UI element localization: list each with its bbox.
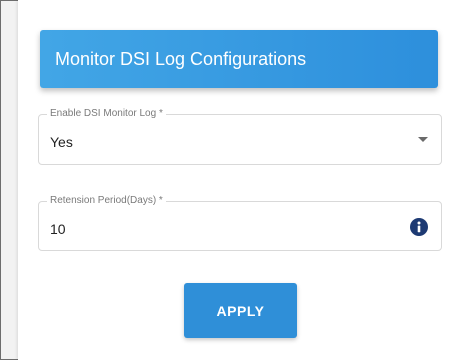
panel-header: Monitor DSI Log Configurations xyxy=(40,30,438,88)
enable-monitor-log-select[interactable]: Enable DSI Monitor Log * Yes xyxy=(38,108,442,165)
info-icon-glyph xyxy=(417,221,421,233)
apply-button[interactable]: APPLY xyxy=(184,283,297,338)
retention-period-field[interactable]: Retension Period(Days) * 10 xyxy=(38,195,442,251)
chevron-down-icon[interactable] xyxy=(418,137,428,142)
page-title: Monitor DSI Log Configurations xyxy=(55,48,307,69)
enable-monitor-log-value: Yes xyxy=(50,134,73,150)
enable-monitor-log-label: Enable DSI Monitor Log * xyxy=(47,108,166,120)
retention-period-value[interactable]: 10 xyxy=(50,221,66,237)
info-icon[interactable] xyxy=(410,218,428,236)
retention-period-label: Retension Period(Days) * xyxy=(47,195,166,207)
